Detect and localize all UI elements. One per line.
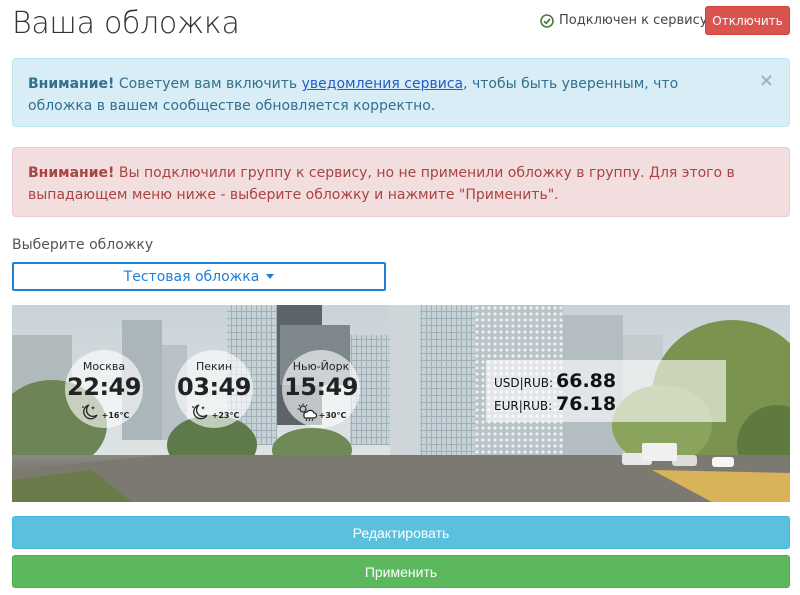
alert-strong: Внимание! bbox=[28, 165, 115, 181]
notifications-link[interactable]: уведомления сервиса bbox=[302, 76, 463, 92]
connection-status: Подключен к сервису bbox=[540, 13, 707, 28]
sun-cloud-rain-icon bbox=[297, 403, 317, 421]
rate-value: 76.18 bbox=[556, 393, 617, 415]
apply-button[interactable]: Применить bbox=[12, 555, 790, 588]
disconnect-button[interactable]: Отключить bbox=[705, 6, 790, 35]
clock-time: 15:49 bbox=[284, 373, 358, 401]
clock-temp: +30°C bbox=[318, 411, 347, 420]
clock-temp: +16°C bbox=[101, 411, 130, 420]
notification-alert: Внимание! Советуем вам включить уведомле… bbox=[12, 58, 790, 127]
clock-city: Нью-Йорк bbox=[292, 360, 350, 373]
clock-temp: +23°C bbox=[211, 411, 240, 420]
edit-button[interactable]: Редактировать bbox=[12, 516, 790, 549]
warning-alert: Внимание! Вы подключили группу к сервису… bbox=[12, 147, 790, 217]
alert-text: Вы подключили группу к сервису, но не пр… bbox=[28, 165, 735, 203]
currency-rates-panel: USD|RUB: 66.88 EUR|RUB: 76.18 bbox=[486, 360, 726, 422]
cover-select-value: Тестовая обложка bbox=[123, 268, 260, 285]
moon-stars-icon bbox=[81, 404, 98, 420]
alert-text: Советуем вам включить bbox=[114, 76, 302, 92]
clock-widget: Москва 22:49 +16°C bbox=[65, 350, 143, 428]
rate-value: 66.88 bbox=[556, 370, 617, 392]
clock-time: 03:49 bbox=[177, 373, 251, 401]
cover-select[interactable]: Тестовая обложка bbox=[12, 262, 386, 291]
cover-select-label: Выберите обложку bbox=[12, 237, 154, 253]
page-title: Ваша обложка bbox=[12, 6, 240, 41]
clock-city: Пекин bbox=[195, 360, 233, 373]
rate-label: EUR|RUB: bbox=[494, 399, 553, 413]
connection-status-label: Подключен к сервису bbox=[559, 13, 708, 28]
clock-widget: Пекин 03:49 +23°C bbox=[175, 350, 253, 428]
check-circle-icon bbox=[540, 13, 554, 28]
clock-city: Москва bbox=[82, 360, 126, 373]
cover-preview: Москва 22:49 +16°C Пекин 03:49 +23°C Нью… bbox=[12, 305, 790, 502]
clock-time: 22:49 bbox=[67, 373, 141, 401]
clock-widget: Нью-Йорк 15:49 +30°C bbox=[282, 350, 360, 428]
alert-strong: Внимание! bbox=[28, 76, 115, 92]
rate-label: USD|RUB: bbox=[494, 376, 554, 390]
moon-stars-icon bbox=[191, 404, 208, 420]
rate-row: EUR|RUB: 76.18 bbox=[494, 393, 616, 415]
rate-row: USD|RUB: 66.88 bbox=[494, 370, 616, 392]
caret-down-icon bbox=[266, 274, 275, 279]
close-icon[interactable]: × bbox=[759, 72, 774, 90]
